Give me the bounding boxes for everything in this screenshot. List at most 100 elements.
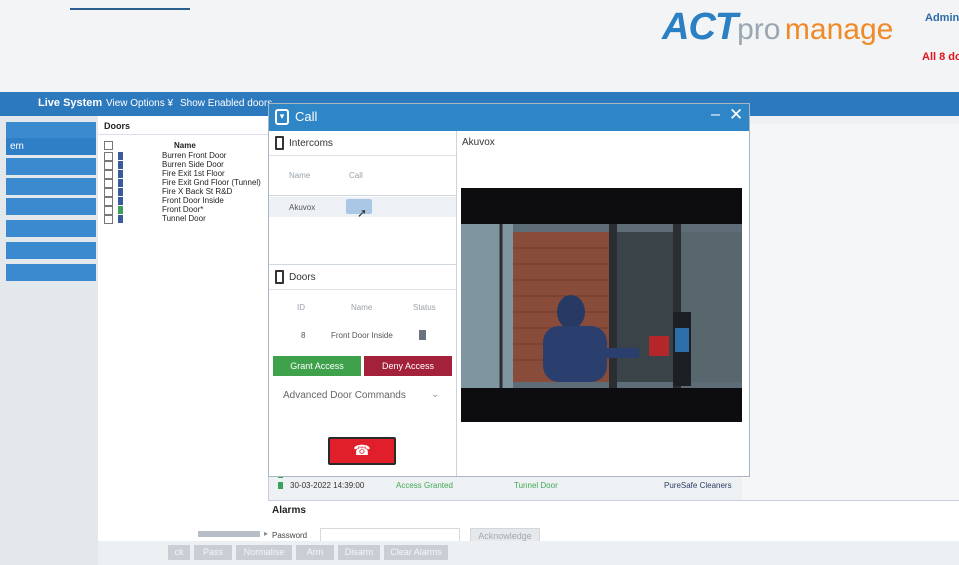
screen: ACTpro manage Admini All 8 do Live Syste… xyxy=(0,0,959,565)
door-checkbox[interactable] xyxy=(104,188,113,197)
door-icon xyxy=(118,152,123,160)
content-area xyxy=(742,124,959,500)
disarm-button[interactable]: Disarm xyxy=(338,545,380,560)
shield-icon: ▾ xyxy=(275,109,289,125)
minimize-icon[interactable]: – xyxy=(711,106,720,124)
door-open-icon xyxy=(118,206,123,214)
door-name: Front Door* xyxy=(162,205,204,214)
door-checkbox[interactable] xyxy=(104,197,113,206)
sidebar-item-label: em xyxy=(10,141,24,152)
door-checkbox[interactable] xyxy=(104,161,113,170)
door-checkbox[interactable] xyxy=(104,206,113,215)
door-name: Front Door Inside xyxy=(331,331,393,340)
sidebar-item-7[interactable] xyxy=(6,242,96,259)
dialog-title: Call xyxy=(295,109,318,124)
door-name-header: Name xyxy=(351,303,373,312)
sidebar-item-8[interactable] xyxy=(6,264,96,281)
phone-hangup-icon: ☎ xyxy=(353,442,371,458)
door-checkbox[interactable] xyxy=(104,170,113,179)
intercom-call-header: Call xyxy=(349,171,363,180)
intercom-name-header: Name xyxy=(289,171,311,180)
nav-view-options[interactable]: View Options ¥ xyxy=(106,98,173,109)
door-name: Fire X Back St R&D xyxy=(162,187,233,196)
door-icon xyxy=(118,161,123,169)
sidebar-item-3[interactable] xyxy=(6,158,96,175)
normalise-button[interactable]: Normalise xyxy=(236,545,292,560)
door-icon xyxy=(275,270,284,284)
sidebar-item-4[interactable] xyxy=(6,178,96,195)
doors-title: Doors xyxy=(289,272,316,283)
app-header: ACTpro manage Admini All 8 do xyxy=(0,0,959,92)
grant-access-button[interactable]: Grant Access xyxy=(273,356,361,376)
password-label: Password xyxy=(272,531,308,540)
event-door: Tunnel Door xyxy=(514,481,558,490)
dialog-title-bar[interactable]: ▾ Call – ✕ xyxy=(269,104,749,131)
door-status-header: Status xyxy=(413,303,436,312)
close-icon[interactable]: ✕ xyxy=(729,105,743,125)
door-icon xyxy=(118,215,123,223)
video-feed[interactable] xyxy=(461,188,742,422)
alarms-section: Alarms Password Acknowledge xyxy=(268,500,959,545)
logo-manage: manage xyxy=(784,13,894,46)
intercom-name: Akuvox xyxy=(289,203,316,212)
pass-button[interactable]: Pass xyxy=(194,545,232,560)
advanced-door-commands-dropdown[interactable]: Advanced Door Commands xyxy=(283,390,406,401)
event-user: PureSafe Cleaners xyxy=(664,481,732,490)
door-name: Burren Front Door xyxy=(162,151,227,160)
door-name: Burren Side Door xyxy=(162,160,224,169)
door-name: Tunnel Door xyxy=(162,214,206,223)
door-checkbox[interactable] xyxy=(104,179,113,188)
event-row[interactable]: 30-03-2022 14:39:00 Access Granted Tunne… xyxy=(268,481,748,491)
intercom-row[interactable]: Akuvox ➚ xyxy=(269,197,456,220)
horizontal-scrollbar[interactable] xyxy=(198,531,260,537)
deny-access-button[interactable]: Deny Access xyxy=(364,356,452,376)
intercoms-title: Intercoms xyxy=(289,138,333,149)
lock-button[interactable]: ck xyxy=(168,545,190,560)
divider xyxy=(98,134,268,135)
admin-link[interactable]: Admini xyxy=(925,12,959,24)
bottom-toolbar: ck Pass Normalise Arm Disarm Clear Alarm… xyxy=(98,541,959,565)
doors-panel: Doors Name Burren Front Door Burren Side… xyxy=(98,116,269,565)
camera-title: Akuvox xyxy=(462,137,495,148)
name-column-header[interactable]: Name xyxy=(174,141,196,150)
nav-live-system[interactable]: Live System xyxy=(38,97,102,109)
select-all-checkbox[interactable] xyxy=(104,141,113,150)
door-icon xyxy=(118,188,123,196)
chevron-down-icon[interactable]: ⌄ xyxy=(431,389,439,400)
door-checkbox[interactable] xyxy=(104,152,113,161)
sidebar-item-active[interactable]: em xyxy=(6,138,96,155)
doors-alert: All 8 do xyxy=(922,51,959,63)
arm-button[interactable]: Arm xyxy=(296,545,334,560)
event-time: 30-03-2022 14:39:00 xyxy=(290,481,365,490)
call-dialog: ▾ Call – ✕ Intercoms Name Call Akuvox ➚ … xyxy=(268,103,750,477)
logo-act: ACT xyxy=(662,6,738,48)
door-name: Front Door Inside xyxy=(162,196,224,205)
hang-up-button[interactable]: ☎ xyxy=(328,437,396,465)
doors-panel-title: Doors xyxy=(104,121,131,131)
event-status: Access Granted xyxy=(396,481,453,490)
act-pro-manage-logo: ACTpro manage xyxy=(662,6,894,48)
door-status-icon xyxy=(419,330,426,340)
call-controls-pane: Intercoms Name Call Akuvox ➚ Doors ID Na… xyxy=(269,131,457,476)
door-icon xyxy=(278,482,283,489)
camera-pane: Akuvox xyxy=(457,131,749,476)
door-icon xyxy=(118,170,123,178)
door-name: Fire Exit Gnd Floor (Tunnel) xyxy=(162,178,261,187)
sidebar-item-5[interactable] xyxy=(6,198,96,215)
door-checkbox[interactable] xyxy=(104,215,113,224)
mouse-pointer-icon: ➚ xyxy=(357,206,368,220)
door-name: Fire Exit 1st Floor xyxy=(162,169,225,178)
divider xyxy=(269,195,456,196)
video-frame xyxy=(461,188,742,422)
clear-alarms-button[interactable]: Clear Alarms xyxy=(384,545,448,560)
logo-pro: pro xyxy=(737,13,781,46)
sidebar-item-6[interactable] xyxy=(6,220,96,237)
password-input[interactable] xyxy=(320,528,460,542)
nav-show-enabled-doors[interactable]: Show Enabled doors xyxy=(180,98,272,109)
sidebar-item-1[interactable] xyxy=(6,122,96,139)
intercoms-header: Intercoms xyxy=(269,131,456,156)
door-id: 8 xyxy=(301,331,306,340)
alarms-title: Alarms xyxy=(272,505,306,516)
header-divider xyxy=(70,8,190,10)
door-icon xyxy=(118,179,123,187)
